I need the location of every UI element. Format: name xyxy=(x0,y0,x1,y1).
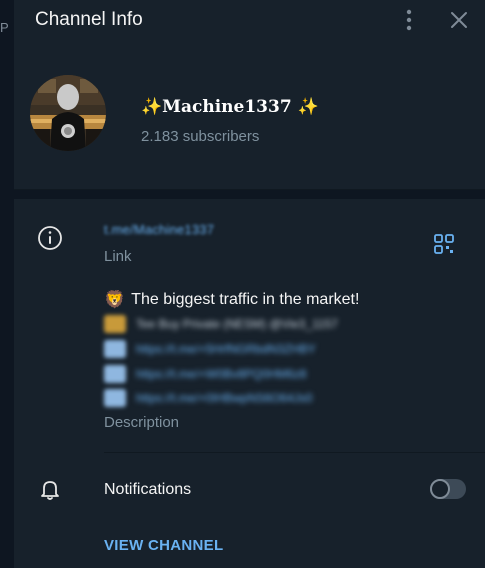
description-line: https://t.me/+W0Bv8PQ0HM6z8 xyxy=(104,365,306,383)
qr-code-icon xyxy=(434,234,454,254)
description-line-text: Tee Buy Private (NESM) @Vie3_1157 xyxy=(136,317,338,331)
description-headline-text: The biggest traffic in the market! xyxy=(131,291,360,308)
qr-code-button[interactable] xyxy=(433,233,455,255)
section-divider xyxy=(14,189,485,199)
more-vertical-icon xyxy=(406,9,412,31)
description-line: https://t.me/+0IHBwpNS6O64Js0 xyxy=(104,389,312,407)
channel-info-panel: Channel Info ✨Machine1337 ✨ 2.183 subscr… xyxy=(14,0,485,568)
channel-name: ✨Machine1337 ✨ xyxy=(141,97,319,117)
toggle-knob xyxy=(430,479,450,499)
more-options-button[interactable] xyxy=(397,6,421,34)
description-label: Description xyxy=(104,414,180,431)
view-channel-button[interactable]: VIEW CHANNEL xyxy=(104,537,223,554)
description-link[interactable]: https://t.me/+0IHBwpNS6O64Js0 xyxy=(136,391,312,405)
info-icon xyxy=(36,224,64,252)
backdrop-window: P xyxy=(0,0,14,568)
description-link[interactable]: https://t.me/+5HrfNGRbdN3ZHBY xyxy=(136,342,316,356)
emoji-placeholder xyxy=(104,389,126,407)
bell-icon xyxy=(37,477,63,503)
close-button[interactable] xyxy=(447,8,471,32)
lion-emoji: 🦁 xyxy=(104,290,126,309)
channel-profile: ✨Machine1337 ✨ 2.183 subscribers xyxy=(14,60,485,190)
row-separator xyxy=(104,452,485,453)
description-headline: 🦁 The biggest traffic in the market! xyxy=(104,290,359,310)
backdrop-text-fragment: P xyxy=(0,20,9,35)
close-icon xyxy=(451,12,467,28)
emoji-placeholder xyxy=(104,340,126,358)
channel-link[interactable]: t.me/Machine1337 xyxy=(104,222,214,237)
notifications-toggle[interactable] xyxy=(430,479,466,499)
emoji-placeholder xyxy=(104,365,126,383)
avatar-image xyxy=(30,75,106,151)
subscriber-count: 2.183 subscribers xyxy=(141,128,260,145)
description-line: https://t.me/+5HrfNGRbdN3ZHBY xyxy=(104,340,316,358)
header: Channel Info xyxy=(14,0,485,40)
description-link[interactable]: https://t.me/+W0Bv8PQ0HM6z8 xyxy=(136,367,306,381)
emoji-placeholder xyxy=(104,315,126,333)
notifications-label: Notifications xyxy=(104,481,192,498)
link-label: Link xyxy=(104,248,132,265)
panel-title: Channel Info xyxy=(35,9,143,30)
description-line: Tee Buy Private (NESM) @Vie3_1157 xyxy=(104,315,338,333)
channel-avatar[interactable] xyxy=(30,75,106,151)
